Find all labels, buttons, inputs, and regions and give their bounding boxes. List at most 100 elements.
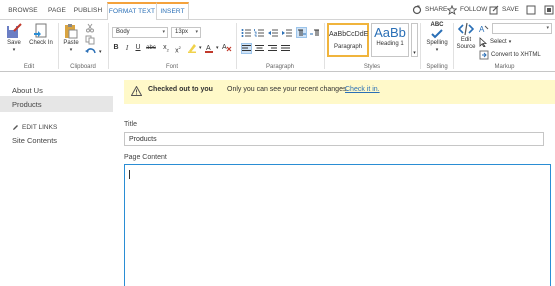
styles-scroll[interactable]: ▾ (411, 23, 418, 57)
paste-button[interactable]: Paste ▾ (61, 23, 81, 54)
clear-format-icon: A (222, 44, 232, 52)
numbering-button[interactable] (254, 28, 265, 38)
increase-indent-button[interactable] (282, 28, 293, 38)
markup-styles-icon: A (479, 25, 489, 34)
edit-source-label-1: Edit (460, 37, 472, 43)
focus-button[interactable] (526, 3, 536, 17)
tab-browse[interactable]: BROWSE (4, 3, 42, 20)
style-paragraph[interactable]: AaBbCcDdE Paragraph (327, 23, 369, 57)
edit-group: Save ▾ Check In Edit (0, 20, 58, 72)
status-message: Only you can see your recent changes. (227, 86, 349, 93)
checked-out-status-bar: Checked out to you Only you can see your… (124, 80, 555, 104)
indent-icon (282, 29, 292, 37)
save-button[interactable]: Save ▾ (3, 23, 25, 54)
italic-button[interactable]: I (122, 43, 132, 53)
markup-styles-dropdown[interactable]: ▾ (492, 23, 552, 34)
focus-icon (526, 5, 536, 15)
highlighter-icon (188, 44, 196, 53)
align-center-icon (255, 45, 264, 51)
bold-button[interactable]: B (111, 43, 121, 53)
warning-icon (131, 86, 142, 96)
font-size-dropdown[interactable]: 13px ▾ (171, 27, 201, 38)
subscript-button[interactable]: x2 (161, 43, 171, 53)
align-left-icon (242, 45, 251, 51)
page-content-label: Page Content (124, 154, 167, 161)
rtl-button[interactable] (310, 28, 320, 37)
paragraph-style-sample: AaBbCcDdE (329, 31, 369, 38)
outdent-icon (268, 29, 278, 37)
styles-group-label: Styles (363, 64, 381, 70)
svg-text:A: A (479, 25, 485, 34)
convert-xhtml-button[interactable]: Convert to XHTML (479, 50, 541, 60)
undo-button[interactable]: ▾ (85, 47, 102, 57)
decrease-indent-button[interactable] (268, 28, 279, 38)
ribbon-tab-bar: BROWSE PAGE PUBLISH FORMAT TEXT INSERT S… (0, 0, 555, 21)
align-center-button[interactable] (255, 44, 264, 53)
ltr-button[interactable] (296, 27, 307, 38)
follow-button[interactable]: FOLLOW (447, 3, 487, 17)
tab-insert[interactable]: INSERT (157, 2, 189, 21)
save-top-label: SAVE (502, 6, 519, 13)
check-in-link[interactable]: Check it in. (345, 86, 380, 93)
align-left-button[interactable] (241, 43, 252, 54)
title-field[interactable] (124, 132, 544, 146)
justify-button[interactable] (281, 44, 290, 53)
spelling-group: ABC Spelling ▾ Spelling (421, 20, 453, 72)
fullscreen-button[interactable] (544, 3, 554, 17)
font-size-value: 13px (175, 29, 189, 35)
copy-button[interactable] (85, 35, 95, 45)
edit-links-button[interactable]: EDIT LINKS (12, 124, 57, 131)
heading-style-label: Heading 1 (376, 41, 404, 47)
edit-source-button[interactable]: Edit Source (454, 22, 478, 51)
tab-page[interactable]: PAGE (44, 3, 70, 20)
check-in-icon (34, 23, 47, 38)
save-edit-icon (489, 5, 499, 15)
title-field-label: Title (124, 121, 137, 128)
font-group-label: Font (165, 64, 178, 70)
superscript-button[interactable]: x2 (173, 43, 183, 54)
highlight-color-button[interactable]: ▾ (187, 43, 202, 53)
numbered-list-icon (254, 29, 264, 37)
chevron-down-icon: ▾ (413, 50, 416, 56)
font-family-dropdown[interactable]: Body ▾ (112, 27, 168, 38)
scissors-icon (86, 23, 94, 33)
clear-format-button[interactable]: A (222, 42, 232, 52)
cut-button[interactable] (85, 23, 95, 33)
left-to-right-icon (298, 29, 306, 36)
share-icon (412, 5, 422, 15)
nav-item-products[interactable]: Products (12, 100, 42, 109)
justify-icon (281, 45, 290, 51)
nav-item-site-contents[interactable]: Site Contents (12, 136, 57, 145)
follow-label: FOLLOW (460, 6, 488, 13)
save-label: Save (7, 40, 21, 46)
page-content-editor[interactable] (124, 164, 551, 286)
markup-styles-button[interactable]: A (479, 24, 489, 34)
tab-publish[interactable]: PUBLISH (72, 3, 104, 20)
styles-group: AaBbCcDdE Paragraph AaBb Heading 1 ▾ Sty… (325, 20, 419, 72)
bullets-button[interactable] (241, 28, 252, 38)
right-to-left-icon (310, 29, 319, 36)
svg-text:A: A (222, 44, 227, 51)
save-top-button[interactable]: SAVE (489, 3, 519, 17)
select-button[interactable]: Select ▾ (479, 37, 511, 47)
bullet-list-icon (241, 29, 251, 37)
cursor-icon (479, 37, 488, 47)
underline-button[interactable]: U (133, 43, 143, 53)
font-color-button[interactable]: A ▾ (204, 43, 219, 53)
style-heading-1[interactable]: AaBb Heading 1 (371, 23, 409, 57)
strikethrough-button[interactable]: abc (144, 43, 158, 53)
paragraph-style-label: Paragraph (333, 44, 363, 50)
paste-icon (65, 24, 78, 39)
tab-format-text[interactable]: FORMAT TEXT (107, 2, 157, 21)
clipboard-group-label: Clipboard (70, 64, 96, 70)
save-icon (7, 23, 22, 38)
check-in-button[interactable]: Check In (27, 23, 55, 47)
align-right-button[interactable] (268, 44, 277, 53)
markup-group-label: Markup (494, 64, 515, 70)
spelling-label: Spelling (426, 40, 448, 46)
nav-item-about-us[interactable]: About Us (12, 86, 43, 95)
share-button[interactable]: SHARE (412, 3, 447, 17)
font-color-icon: A (205, 45, 213, 53)
chevron-down-icon: ▾ (195, 29, 198, 35)
spelling-button[interactable]: ABC Spelling ▾ (423, 22, 451, 54)
